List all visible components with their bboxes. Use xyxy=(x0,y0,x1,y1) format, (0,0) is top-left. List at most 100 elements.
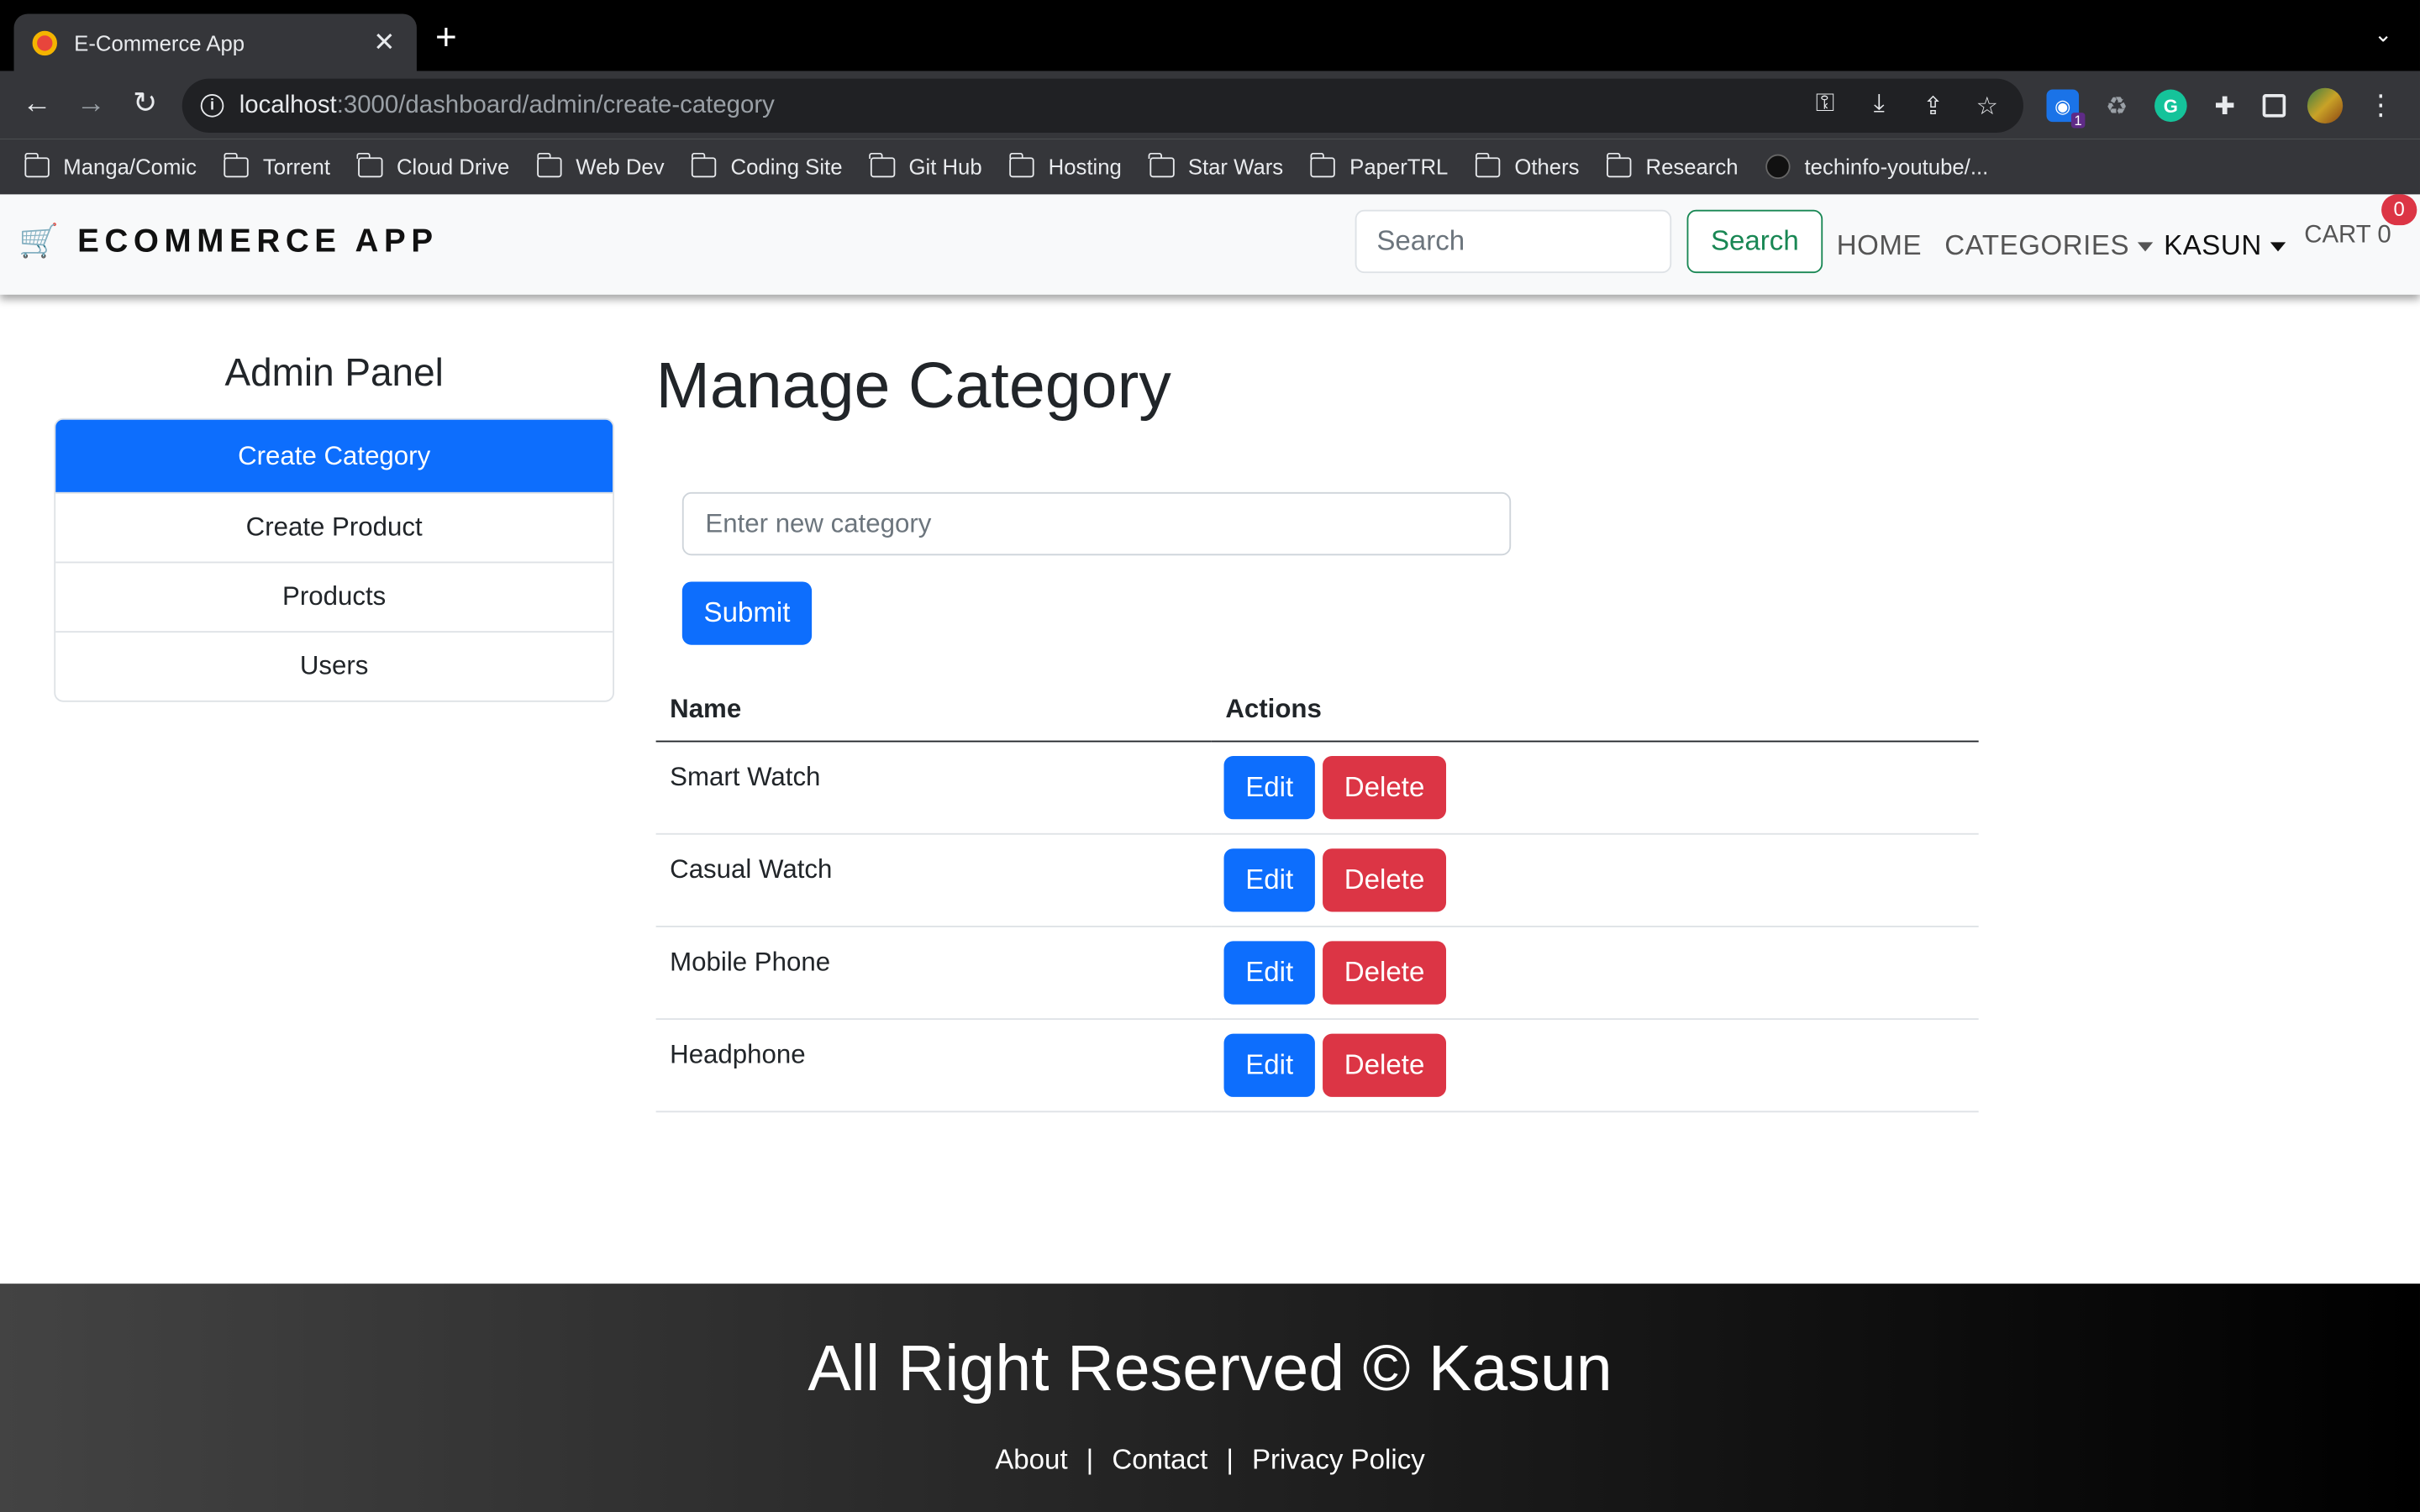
footer-link-about[interactable]: About xyxy=(995,1444,1067,1477)
site-info-icon[interactable]: i xyxy=(200,94,224,118)
nav-categories-dropdown[interactable]: CATEGORIES xyxy=(1944,229,2153,263)
extension-ghost-icon[interactable]: ◉ 1 xyxy=(2046,89,2086,129)
extension-badge: 1 xyxy=(2070,113,2086,129)
edit-button[interactable]: Edit xyxy=(1223,940,1315,1004)
tab-search-chevron-icon[interactable]: ⌄ xyxy=(2374,22,2392,48)
admin-panel-title: Admin Panel xyxy=(224,351,444,396)
address-bar[interactable]: i localhost:3000/dashboard/admin/create-… xyxy=(182,78,2023,133)
footer-separator: | xyxy=(1086,1444,1094,1475)
side-panel-icon[interactable] xyxy=(2262,94,2286,118)
nav-home-link[interactable]: HOME xyxy=(1837,230,1922,263)
folder-icon xyxy=(357,151,383,177)
table-row: Smart Watch Edit Delete xyxy=(655,740,1979,834)
forward-arrow-icon[interactable]: → xyxy=(74,88,108,122)
category-name: Smart Watch xyxy=(655,740,1212,834)
bookmark-star-icon[interactable]: ☆ xyxy=(1972,91,2002,122)
delete-button[interactable]: Delete xyxy=(1323,755,1447,819)
back-arrow-icon[interactable]: ← xyxy=(20,88,54,122)
menu-item-create-category[interactable]: Create Category xyxy=(55,419,613,492)
bookmark-label: PaperTRL xyxy=(1349,154,1449,180)
caret-down-icon xyxy=(2137,242,2153,252)
profile-avatar[interactable] xyxy=(2307,87,2344,123)
grammarly-icon[interactable]: G xyxy=(2154,89,2187,123)
nav-user-dropdown[interactable]: KASUN xyxy=(2164,229,2286,263)
edit-button[interactable]: Edit xyxy=(1223,848,1315,911)
bookmark-folder[interactable]: PaperTRL xyxy=(1310,151,1449,180)
bookmark-label: Star Wars xyxy=(1187,154,1284,180)
folder-icon xyxy=(224,151,250,177)
app-navbar: 🛒 ECOMMERCE APP Search HOME CATEGORIES K… xyxy=(0,194,2420,295)
folder-icon xyxy=(869,151,895,177)
bookmark-folder[interactable]: Manga/Comic xyxy=(24,151,197,179)
bookmark-folder[interactable]: Coding Site xyxy=(691,151,843,180)
bookmark-link[interactable]: techinfo-youtube/... xyxy=(1765,154,1989,180)
table-row: Headphone Edit Delete xyxy=(655,1018,1979,1112)
share-icon[interactable]: ⇪ xyxy=(1918,91,1948,122)
footer-link-contact[interactable]: Contact xyxy=(1112,1444,1207,1477)
menu-kebab-icon[interactable]: ⋮ xyxy=(2365,90,2397,123)
menu-item-products[interactable]: Products xyxy=(55,561,613,632)
search-button[interactable]: Search xyxy=(1686,209,1823,274)
category-name: Casual Watch xyxy=(655,832,1212,927)
user-name: KASUN xyxy=(2164,229,2262,261)
folder-icon xyxy=(1148,151,1175,177)
bookmark-label: Coding Site xyxy=(730,154,843,180)
folder-icon xyxy=(536,151,562,177)
footer-links: About | Contact | Privacy Policy xyxy=(0,1444,2420,1477)
install-icon[interactable]: ⤓ xyxy=(1865,91,1894,122)
brand-name: ECOMMERCE APP xyxy=(77,223,439,260)
footer-link-privacy-policy[interactable]: Privacy Policy xyxy=(1252,1444,1425,1477)
shopping-cart-icon: 🛒 xyxy=(18,223,60,260)
bookmark-folder[interactable]: Cloud Drive xyxy=(357,151,509,179)
menu-item-create-product[interactable]: Create Product xyxy=(55,491,613,562)
bookmark-folder[interactable]: Research xyxy=(1606,151,1739,179)
bookmark-folder[interactable]: Star Wars xyxy=(1148,151,1284,180)
reload-icon[interactable]: ↻ xyxy=(128,88,161,122)
delete-button[interactable]: Delete xyxy=(1323,1032,1447,1096)
brand-link[interactable]: 🛒 ECOMMERCE APP xyxy=(18,223,439,260)
table-row: Mobile Phone Edit Delete xyxy=(655,926,1979,1020)
column-header-actions: Actions xyxy=(1211,679,1979,742)
delete-button[interactable]: Delete xyxy=(1323,848,1447,911)
new-category-input[interactable] xyxy=(681,491,1512,556)
bookmark-folder[interactable]: Torrent xyxy=(224,151,330,180)
edit-button[interactable]: Edit xyxy=(1223,755,1315,819)
close-tab-icon[interactable]: ✕ xyxy=(371,27,398,58)
search-input[interactable] xyxy=(1355,209,1672,274)
bookmark-label: Others xyxy=(1514,154,1580,180)
delete-button[interactable]: Delete xyxy=(1323,940,1447,1004)
bookmark-label: Torrent xyxy=(262,154,330,180)
bookmark-folder[interactable]: Hosting xyxy=(1008,151,1122,180)
folder-icon xyxy=(1008,151,1035,177)
row-actions: Edit Delete xyxy=(1211,926,1979,1020)
footer-copyright: All Right Reserved © Kasun xyxy=(808,1331,1612,1404)
bookmark-label: Hosting xyxy=(1048,154,1122,180)
submit-button[interactable]: Submit xyxy=(681,581,813,645)
bookmark-folder[interactable]: Web Dev xyxy=(536,151,665,179)
key-icon[interactable]: ⚿ xyxy=(1810,91,1839,122)
folder-icon xyxy=(1475,151,1501,177)
column-header-name: Name xyxy=(655,679,1212,742)
folder-icon xyxy=(691,151,718,177)
folder-icon xyxy=(1310,151,1336,177)
folder-icon xyxy=(24,151,50,177)
admin-menu: Create Category Create Product Products … xyxy=(54,417,615,702)
bookmarks-bar: Manga/Comic Torrent Cloud Drive Web Dev … xyxy=(0,139,2420,195)
menu-item-users[interactable]: Users xyxy=(55,631,613,701)
table-header-row: Name Actions xyxy=(655,679,1979,742)
footer-separator: | xyxy=(1226,1444,1234,1475)
bookmark-label: techinfo-youtube/... xyxy=(1804,154,1989,180)
bookmark-folder[interactable]: Others xyxy=(1475,151,1580,180)
category-name: Headphone xyxy=(655,1018,1212,1112)
nav-cart-link[interactable]: CART 0 xyxy=(2304,222,2391,249)
github-icon xyxy=(1765,154,1791,180)
browser-tabstrip: E-Commerce App ✕ + ⌄ xyxy=(0,0,2420,71)
recycle-icon[interactable]: ♻ xyxy=(2101,90,2133,123)
bookmark-folder[interactable]: Git Hub xyxy=(869,151,982,179)
new-tab-icon[interactable]: + xyxy=(435,19,457,57)
favicon-icon xyxy=(32,29,57,55)
extensions-puzzle-icon[interactable]: ✚ xyxy=(2208,90,2241,123)
browser-tab[interactable]: E-Commerce App ✕ xyxy=(13,13,417,71)
categories-label: CATEGORIES xyxy=(1944,229,2130,261)
edit-button[interactable]: Edit xyxy=(1223,1032,1315,1096)
